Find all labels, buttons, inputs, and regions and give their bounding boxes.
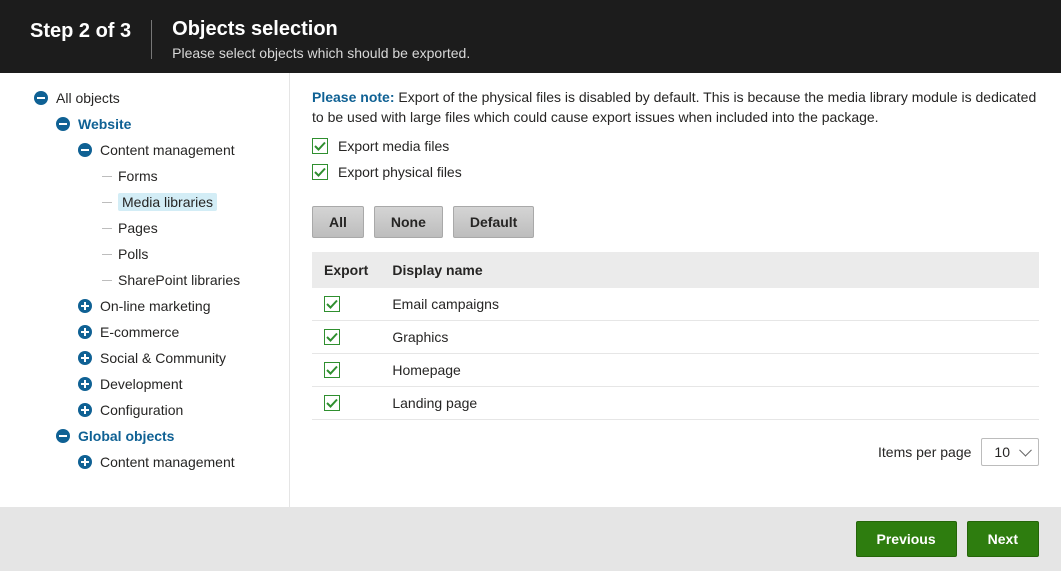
expand-icon[interactable] <box>78 351 92 365</box>
row-checkbox[interactable] <box>324 362 340 378</box>
leaf-icon <box>102 202 112 203</box>
checkbox-label: Export physical files <box>338 164 462 180</box>
object-settings: Please note: Export of the physical file… <box>290 73 1061 507</box>
tree-label: All objects <box>56 90 120 106</box>
table-row: Landing page <box>312 386 1039 419</box>
tree-label: Configuration <box>100 402 183 418</box>
tree-node-sharepoint[interactable]: SharePoint libraries <box>0 267 289 293</box>
checkbox-label: Export media files <box>338 138 449 154</box>
objects-table: Export Display name Email campaigns Grap… <box>312 252 1039 420</box>
expand-icon[interactable] <box>78 325 92 339</box>
tree-node-online-marketing[interactable]: On-line marketing <box>0 293 289 319</box>
wizard-footer: Previous Next <box>0 507 1061 571</box>
tree-node-all-objects[interactable]: All objects <box>0 85 289 111</box>
tree-node-website[interactable]: Website <box>0 111 289 137</box>
page-title: Objects selection <box>172 18 470 41</box>
row-checkbox[interactable] <box>324 329 340 345</box>
export-media-files-row: Export media files <box>312 138 1039 154</box>
collapse-icon[interactable] <box>56 117 70 131</box>
expand-icon[interactable] <box>78 403 92 417</box>
tree-node-pages[interactable]: Pages <box>0 215 289 241</box>
select-default-button[interactable]: Default <box>453 206 534 238</box>
selection-buttons: All None Default <box>312 206 1039 238</box>
table-row: Email campaigns <box>312 288 1039 321</box>
tree-label: SharePoint libraries <box>118 272 240 288</box>
row-name: Graphics <box>380 320 1039 353</box>
note-label: Please note: <box>312 89 394 105</box>
tree-node-content-management[interactable]: Content management <box>0 137 289 163</box>
tree-label: Forms <box>118 168 158 184</box>
items-per-page-select[interactable]: 10 <box>981 438 1039 466</box>
tree-label: Media libraries <box>118 193 217 211</box>
export-media-files-checkbox[interactable] <box>312 138 328 154</box>
tree-label: Website <box>78 116 131 132</box>
leaf-icon <box>102 254 112 255</box>
column-export[interactable]: Export <box>312 252 380 288</box>
wizard-header: Step 2 of 3 Objects selection Please sel… <box>0 0 1061 73</box>
row-checkbox[interactable] <box>324 296 340 312</box>
collapse-icon[interactable] <box>34 91 48 105</box>
leaf-icon <box>102 228 112 229</box>
tree-node-media-libraries[interactable]: Media libraries <box>0 189 289 215</box>
expand-icon[interactable] <box>78 455 92 469</box>
tree-label: On-line marketing <box>100 298 211 314</box>
check-icon <box>326 331 338 343</box>
select-all-button[interactable]: All <box>312 206 364 238</box>
tree-node-configuration[interactable]: Configuration <box>0 397 289 423</box>
row-name: Email campaigns <box>380 288 1039 321</box>
tree-label: Global objects <box>78 428 174 444</box>
tree-label: Polls <box>118 246 148 262</box>
previous-button[interactable]: Previous <box>856 521 957 557</box>
tree-node-global-objects[interactable]: Global objects <box>0 423 289 449</box>
collapse-icon[interactable] <box>56 429 70 443</box>
select-none-button[interactable]: None <box>374 206 443 238</box>
table-row: Homepage <box>312 353 1039 386</box>
next-button[interactable]: Next <box>967 521 1039 557</box>
check-icon <box>314 166 326 178</box>
row-checkbox[interactable] <box>324 395 340 411</box>
check-icon <box>326 298 338 310</box>
note-text-block: Please note: Export of the physical file… <box>312 87 1039 128</box>
note-body: Export of the physical files is disabled… <box>312 89 1036 125</box>
tree-node-global-content-management[interactable]: Content management <box>0 449 289 475</box>
tree-label: Development <box>100 376 183 392</box>
header-text: Objects selection Please select objects … <box>152 18 470 61</box>
leaf-icon <box>102 280 112 281</box>
tree-node-forms[interactable]: Forms <box>0 163 289 189</box>
step-indicator: Step 2 of 3 <box>30 18 151 43</box>
tree-node-polls[interactable]: Polls <box>0 241 289 267</box>
tree-label: Content management <box>100 454 235 470</box>
check-icon <box>326 397 338 409</box>
column-display-name[interactable]: Display name <box>380 252 1039 288</box>
expand-icon[interactable] <box>78 377 92 391</box>
items-per-page-label: Items per page <box>878 444 971 460</box>
page-subtitle: Please select objects which should be ex… <box>172 45 470 61</box>
row-name: Homepage <box>380 353 1039 386</box>
export-physical-files-checkbox[interactable] <box>312 164 328 180</box>
tree-node-ecommerce[interactable]: E-commerce <box>0 319 289 345</box>
row-name: Landing page <box>380 386 1039 419</box>
tree-node-social[interactable]: Social & Community <box>0 345 289 371</box>
expand-icon[interactable] <box>78 299 92 313</box>
wizard-body: All objects Website <box>0 73 1061 507</box>
tree-label: Pages <box>118 220 158 236</box>
object-tree[interactable]: All objects Website <box>0 73 290 507</box>
check-icon <box>314 140 326 152</box>
table-row: Graphics <box>312 320 1039 353</box>
tree-label: E-commerce <box>100 324 179 340</box>
tree-node-development[interactable]: Development <box>0 371 289 397</box>
wizard-dialog: Step 2 of 3 Objects selection Please sel… <box>0 0 1061 571</box>
tree-label: Social & Community <box>100 350 226 366</box>
check-icon <box>326 364 338 376</box>
pager: Items per page 10 <box>312 438 1039 474</box>
select-value: 10 <box>994 444 1010 460</box>
export-physical-files-row: Export physical files <box>312 164 1039 180</box>
leaf-icon <box>102 176 112 177</box>
collapse-icon[interactable] <box>78 143 92 157</box>
tree-label: Content management <box>100 142 235 158</box>
